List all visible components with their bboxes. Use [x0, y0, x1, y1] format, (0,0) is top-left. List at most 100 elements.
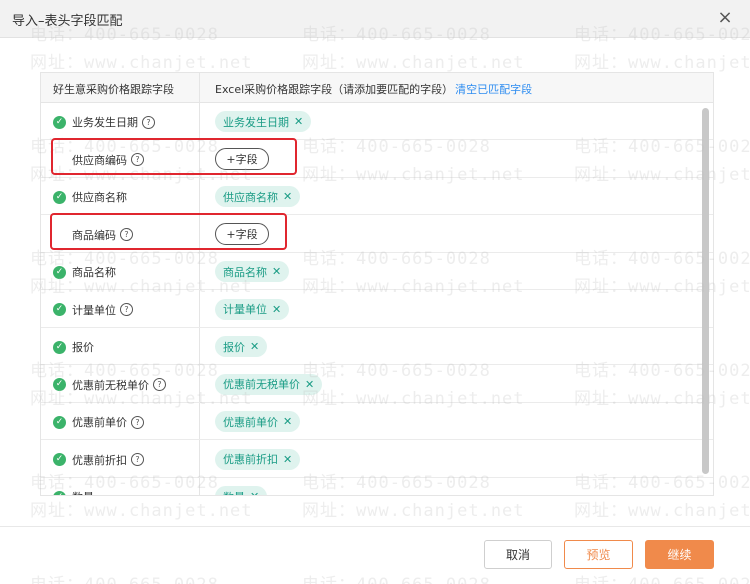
watermark-site: 网址：www.chanjet.net — [574, 501, 750, 521]
continue-button[interactable]: 继续 — [645, 540, 714, 569]
remove-tag-icon[interactable]: ✕ — [272, 265, 281, 278]
matched-field-tag: 商品名称 ✕ — [215, 261, 290, 282]
remove-tag-icon[interactable]: ✕ — [283, 453, 292, 466]
row-field-label: ✓ 优惠前折扣? — [53, 452, 144, 468]
clear-matched-link[interactable]: 清空已匹配字段 — [455, 83, 532, 96]
check-circle-icon: ✓ — [53, 190, 66, 204]
add-field-button[interactable]: +字段 — [215, 222, 269, 245]
table-row: ✓ 优惠前单价? 优惠前单价 ✕ — [41, 403, 713, 440]
remove-tag-icon[interactable]: ✕ — [250, 490, 259, 495]
table-row: ✓ 商品名称 商品名称 ✕ — [41, 253, 713, 290]
cancel-button[interactable]: 取消 — [484, 540, 552, 569]
table-row: ✓ 数量 数量 ✕ — [41, 478, 713, 496]
vertical-scrollbar[interactable] — [702, 108, 709, 474]
row-field-label-text: 优惠前折扣 — [72, 453, 127, 467]
table-row: 供应商编码? +字段 — [41, 141, 713, 178]
row-field-label: 供应商编码? — [53, 152, 144, 168]
preview-button[interactable]: 预览 — [564, 540, 633, 569]
row-field-label: 商品编码? — [53, 227, 133, 243]
help-icon[interactable]: ? — [142, 115, 155, 129]
row-field-label-text: 计量单位 — [72, 303, 116, 317]
row-field-label: ✓ 供应商名称 — [53, 189, 127, 205]
remove-tag-icon[interactable]: ✕ — [294, 115, 303, 128]
row-field-label-text: 数量 — [72, 489, 94, 495]
unmatched-spacer — [53, 228, 66, 241]
matched-field-tag: 数量 ✕ — [215, 486, 268, 496]
matched-field-tag: 优惠前折扣 ✕ — [215, 448, 301, 470]
watermark-site: 网址：www.chanjet.net — [574, 53, 750, 73]
row-field-label-text: 商品名称 — [72, 266, 116, 279]
remove-tag-icon[interactable]: ✕ — [250, 340, 259, 353]
table-row: ✓ 报价 报价 ✕ — [41, 328, 713, 365]
remove-tag-icon[interactable]: ✕ — [283, 190, 292, 203]
unmatched-spacer — [53, 153, 66, 166]
close-icon[interactable]: × — [716, 9, 734, 27]
help-icon[interactable]: ? — [131, 153, 144, 166]
matched-field-tag-text: 计量单位 — [223, 303, 267, 316]
help-icon[interactable]: ? — [120, 303, 133, 316]
matched-field-tag-text: 优惠前单价 — [223, 415, 278, 429]
row-field-label: ✓ 优惠前无税单价? — [53, 377, 166, 393]
matched-field-tag-text: 供应商名称 — [223, 190, 278, 204]
row-field-label: ✓ 优惠前单价? — [53, 414, 144, 430]
dialog-footer: 取消 预览 继续 — [0, 526, 750, 584]
matched-field-tag-text: 商品名称 — [223, 265, 267, 279]
matched-field-tag-text: 数量 — [223, 489, 245, 496]
row-field-label: ✓ 业务发生日期? — [53, 114, 155, 130]
matched-field-tag: 供应商名称 ✕ — [215, 186, 301, 207]
row-field-label-text: 优惠前单价 — [72, 416, 127, 429]
row-field-label: ✓ 计量单位? — [53, 302, 133, 318]
row-field-label-text: 报价 — [72, 341, 94, 354]
row-field-label: ✓ 数量 — [53, 489, 94, 495]
watermark-site: 网址：www.chanjet.net — [302, 53, 525, 73]
watermark-site: 网址：www.chanjet.net — [302, 501, 525, 521]
check-circle-icon: ✓ — [53, 453, 66, 466]
table-row: ✓ 优惠前无税单价? 优惠前无税单价 ✕ — [41, 366, 713, 403]
matched-field-tag-text: 优惠前折扣 — [223, 453, 278, 466]
matched-field-tag-text: 优惠前无税单价 — [223, 378, 300, 391]
matched-field-tag-text: 业务发生日期 — [223, 115, 289, 129]
row-field-label: ✓ 商品名称 — [53, 264, 116, 280]
matched-field-tag: 优惠前单价 ✕ — [215, 411, 301, 432]
watermark-site: 网址：www.chanjet.net — [30, 53, 253, 73]
field-mapping-table: 好生意采购价格跟踪字段 Excel采购价格跟踪字段（请添加要匹配的字段） 清空已匹… — [40, 72, 714, 496]
row-field-label-text: 商品编码 — [72, 228, 116, 242]
row-field-label-text: 优惠前无税单价 — [72, 378, 149, 392]
table-row: ✓ 优惠前折扣? 优惠前折扣 ✕ — [41, 441, 713, 478]
check-circle-icon: ✓ — [53, 340, 66, 354]
matched-field-tag: 业务发生日期 ✕ — [215, 111, 312, 132]
help-icon[interactable]: ? — [120, 228, 133, 241]
watermark-site: 网址：www.chanjet.net — [30, 501, 253, 521]
row-field-label-text: 业务发生日期 — [72, 116, 138, 129]
check-circle-icon: ✓ — [53, 303, 66, 316]
check-circle-icon: ✓ — [53, 378, 66, 391]
row-field-label-text: 供应商名称 — [72, 191, 127, 204]
table-row: ✓ 供应商名称 供应商名称 ✕ — [41, 178, 713, 215]
row-field-label: ✓ 报价 — [53, 339, 94, 355]
matched-field-tag: 报价 ✕ — [215, 336, 268, 357]
table-row: ✓ 业务发生日期? 业务发生日期 ✕ — [41, 103, 713, 140]
help-icon[interactable]: ? — [131, 415, 144, 429]
right-column-header: Excel采购价格跟踪字段（请添加要匹配的字段） 清空已匹配字段 — [215, 81, 532, 97]
check-circle-icon: ✓ — [53, 415, 66, 429]
check-circle-icon: ✓ — [53, 115, 66, 129]
matched-field-tag: 优惠前无税单价 ✕ — [215, 373, 323, 395]
matched-field-tag: 计量单位 ✕ — [215, 298, 290, 320]
import-dialog: 导入–表头字段匹配 × 好生意采购价格跟踪字段 Excel采购价格跟踪字段（请添… — [0, 0, 750, 584]
remove-tag-icon[interactable]: ✕ — [305, 378, 314, 391]
check-circle-icon: ✓ — [53, 265, 66, 279]
table-header: 好生意采购价格跟踪字段 Excel采购价格跟踪字段（请添加要匹配的字段） 清空已匹… — [41, 73, 713, 103]
right-column-header-text: Excel采购价格跟踪字段（请添加要匹配的字段） — [215, 83, 454, 96]
left-column-header: 好生意采购价格跟踪字段 — [53, 83, 174, 96]
table-row: 商品编码? +字段 — [41, 216, 713, 253]
dialog-header: 导入–表头字段匹配 × — [0, 0, 750, 38]
help-icon[interactable]: ? — [153, 378, 166, 391]
dialog-title: 导入–表头字段匹配 — [12, 14, 123, 29]
help-icon[interactable]: ? — [131, 453, 144, 466]
matched-field-tag-text: 报价 — [223, 340, 245, 354]
remove-tag-icon[interactable]: ✕ — [283, 415, 292, 428]
row-field-label-text: 供应商编码 — [72, 153, 127, 167]
remove-tag-icon[interactable]: ✕ — [272, 303, 281, 316]
add-field-button[interactable]: +字段 — [215, 147, 269, 170]
table-row: ✓ 计量单位? 计量单位 ✕ — [41, 291, 713, 328]
